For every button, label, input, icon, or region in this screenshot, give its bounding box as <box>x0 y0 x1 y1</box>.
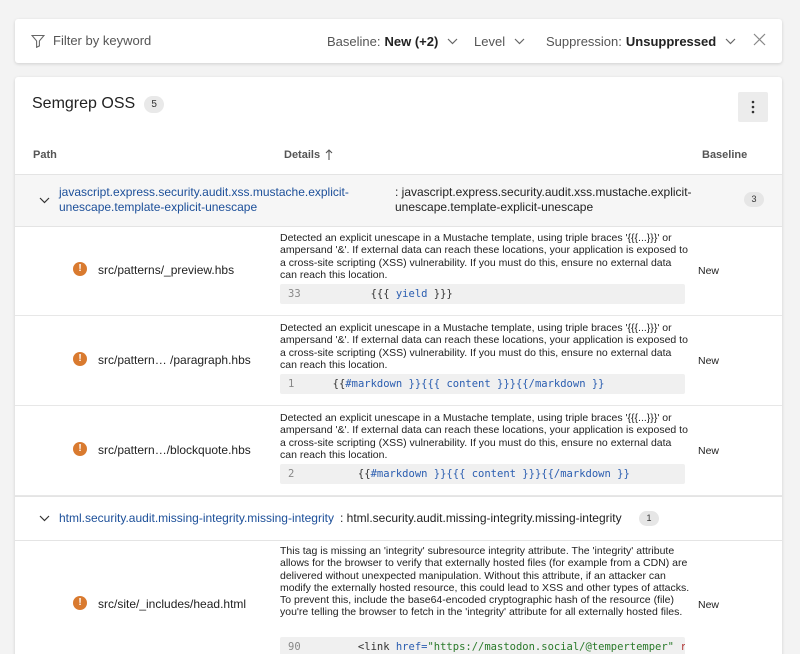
group-count-badge: 3 <box>744 192 764 207</box>
results-card: Semgrep OSS 5 Path Details Baseline java… <box>15 77 782 654</box>
rule-group-row[interactable]: html.security.audit.missing-integrity.mi… <box>15 496 782 541</box>
code-snippet: 90 <link href="https://mastodon.social/@… <box>280 637 685 654</box>
code-string: "https://mastodon.social/@tempertemper" <box>427 641 675 653</box>
code-text: <link <box>320 641 396 653</box>
level-dropdown[interactable]: Level <box>474 34 525 49</box>
finding-description: This tag is missing an 'integrity' subre… <box>280 545 690 619</box>
chevron-down-icon <box>447 38 458 45</box>
suppression-dropdown-value: Unsuppressed <box>625 34 717 49</box>
column-header-path[interactable]: Path <box>33 149 57 161</box>
code-text: {{ <box>320 468 371 480</box>
rule-description-line-1: : javascript.express.security.audit.xss.… <box>395 185 692 199</box>
column-header-baseline[interactable]: Baseline <box>702 149 747 161</box>
filter-icon <box>31 34 45 48</box>
baseline-status: New <box>698 599 720 611</box>
close-icon <box>753 33 766 46</box>
line-number: 2 <box>288 468 295 480</box>
keyword-filter-placeholder: Filter by keyword <box>53 33 152 48</box>
warning-icon: ! <box>73 596 87 610</box>
finding-row[interactable]: ! src/pattern…/blockquote.hbs Detected a… <box>15 406 782 496</box>
finding-row[interactable]: ! src/patterns/_preview.hbs Detected an … <box>15 227 782 316</box>
code-text: {{ <box>320 378 346 390</box>
chevron-down-icon <box>725 38 736 45</box>
filter-bar: Filter by keyword Baseline: New (+2) Lev… <box>15 19 782 63</box>
column-header-details[interactable]: Details <box>284 149 333 161</box>
baseline-status: New <box>698 265 720 277</box>
group-count-badge: 1 <box>639 511 659 526</box>
rule-description-line-2: unescape.template-explicit-unescape <box>395 200 594 214</box>
count-badge: 5 <box>144 95 165 113</box>
rule-description: : html.security.audit.missing-integrity.… <box>340 511 622 525</box>
code-text: {{{ <box>320 288 396 300</box>
code-attribute: href= <box>395 641 428 653</box>
finding-path[interactable]: src/pattern…/blockquote.hbs <box>98 443 251 457</box>
line-number: 90 <box>288 641 301 653</box>
finding-path[interactable]: src/patterns/_preview.hbs <box>98 263 234 277</box>
code-keyword: #markdown }}{{{ content }}}{{/markdown }… <box>345 378 605 390</box>
code-snippet: 1 {{#markdown }}{{{ content }}}{{/markdo… <box>280 374 685 394</box>
baseline-dropdown[interactable]: Baseline: New (+2) <box>327 34 458 49</box>
chevron-down-icon[interactable] <box>39 515 50 522</box>
code-keyword: #markdown }}{{{ content }}}{{/markdown }… <box>370 468 630 480</box>
rule-id-line-1: javascript.express.security.audit.xss.mu… <box>59 185 349 199</box>
finding-description: Detected an explicit unescape in a Musta… <box>280 232 688 281</box>
baseline-status: New <box>698 445 720 457</box>
finding-path[interactable]: src/pattern… /paragraph.hbs <box>98 353 251 367</box>
kebab-icon <box>751 100 755 114</box>
suppression-dropdown-label: Suppression: <box>546 34 622 49</box>
suppression-dropdown[interactable]: Suppression: Unsuppressed <box>546 34 736 49</box>
finding-description: Detected an explicit unescape in a Musta… <box>280 322 688 371</box>
rule-id-link[interactable]: javascript.express.security.audit.xss.mu… <box>59 185 349 215</box>
rule-description: : javascript.express.security.audit.xss.… <box>395 185 692 215</box>
card-title: Semgrep OSS 5 <box>32 95 165 113</box>
code-snippet: 2 {{#markdown }}{{{ content }}}{{/markdo… <box>280 464 685 484</box>
baseline-dropdown-value: New (+2) <box>384 34 439 49</box>
baseline-status: New <box>698 355 720 367</box>
finding-row[interactable]: ! src/site/_includes/head.html This tag … <box>15 541 782 654</box>
warning-icon: ! <box>73 442 87 456</box>
rule-group-row[interactable]: javascript.express.security.audit.xss.mu… <box>15 174 782 227</box>
card-title-text: Semgrep OSS <box>32 95 136 112</box>
chevron-down-icon[interactable] <box>39 197 50 204</box>
chevron-down-icon <box>514 38 525 45</box>
clear-filters-button[interactable] <box>753 33 766 49</box>
line-number: 33 <box>288 288 301 300</box>
code-snippet: 33 {{{ yield }}} <box>280 284 685 304</box>
code-text-end: }}} <box>427 288 453 300</box>
code-text-end: re <box>680 641 685 653</box>
sort-ascending-icon <box>325 149 333 160</box>
rule-id-line-2: unescape.template-explicit-unescape <box>59 200 258 214</box>
warning-icon: ! <box>73 352 87 366</box>
level-dropdown-label: Level <box>474 34 506 49</box>
warning-icon: ! <box>73 262 87 276</box>
line-number: 1 <box>288 378 295 390</box>
finding-path[interactable]: src/site/_includes/head.html <box>98 597 246 611</box>
rule-id-link[interactable]: html.security.audit.missing-integrity.mi… <box>59 511 334 526</box>
finding-row[interactable]: ! src/pattern… /paragraph.hbs Detected a… <box>15 316 782 406</box>
more-options-button[interactable] <box>738 92 768 122</box>
finding-description: Detected an explicit unescape in a Musta… <box>280 412 688 461</box>
column-header-details-label: Details <box>284 149 321 161</box>
keyword-filter[interactable]: Filter by keyword <box>31 33 151 48</box>
code-keyword: yield <box>395 288 428 300</box>
baseline-dropdown-label: Baseline: <box>327 34 381 49</box>
